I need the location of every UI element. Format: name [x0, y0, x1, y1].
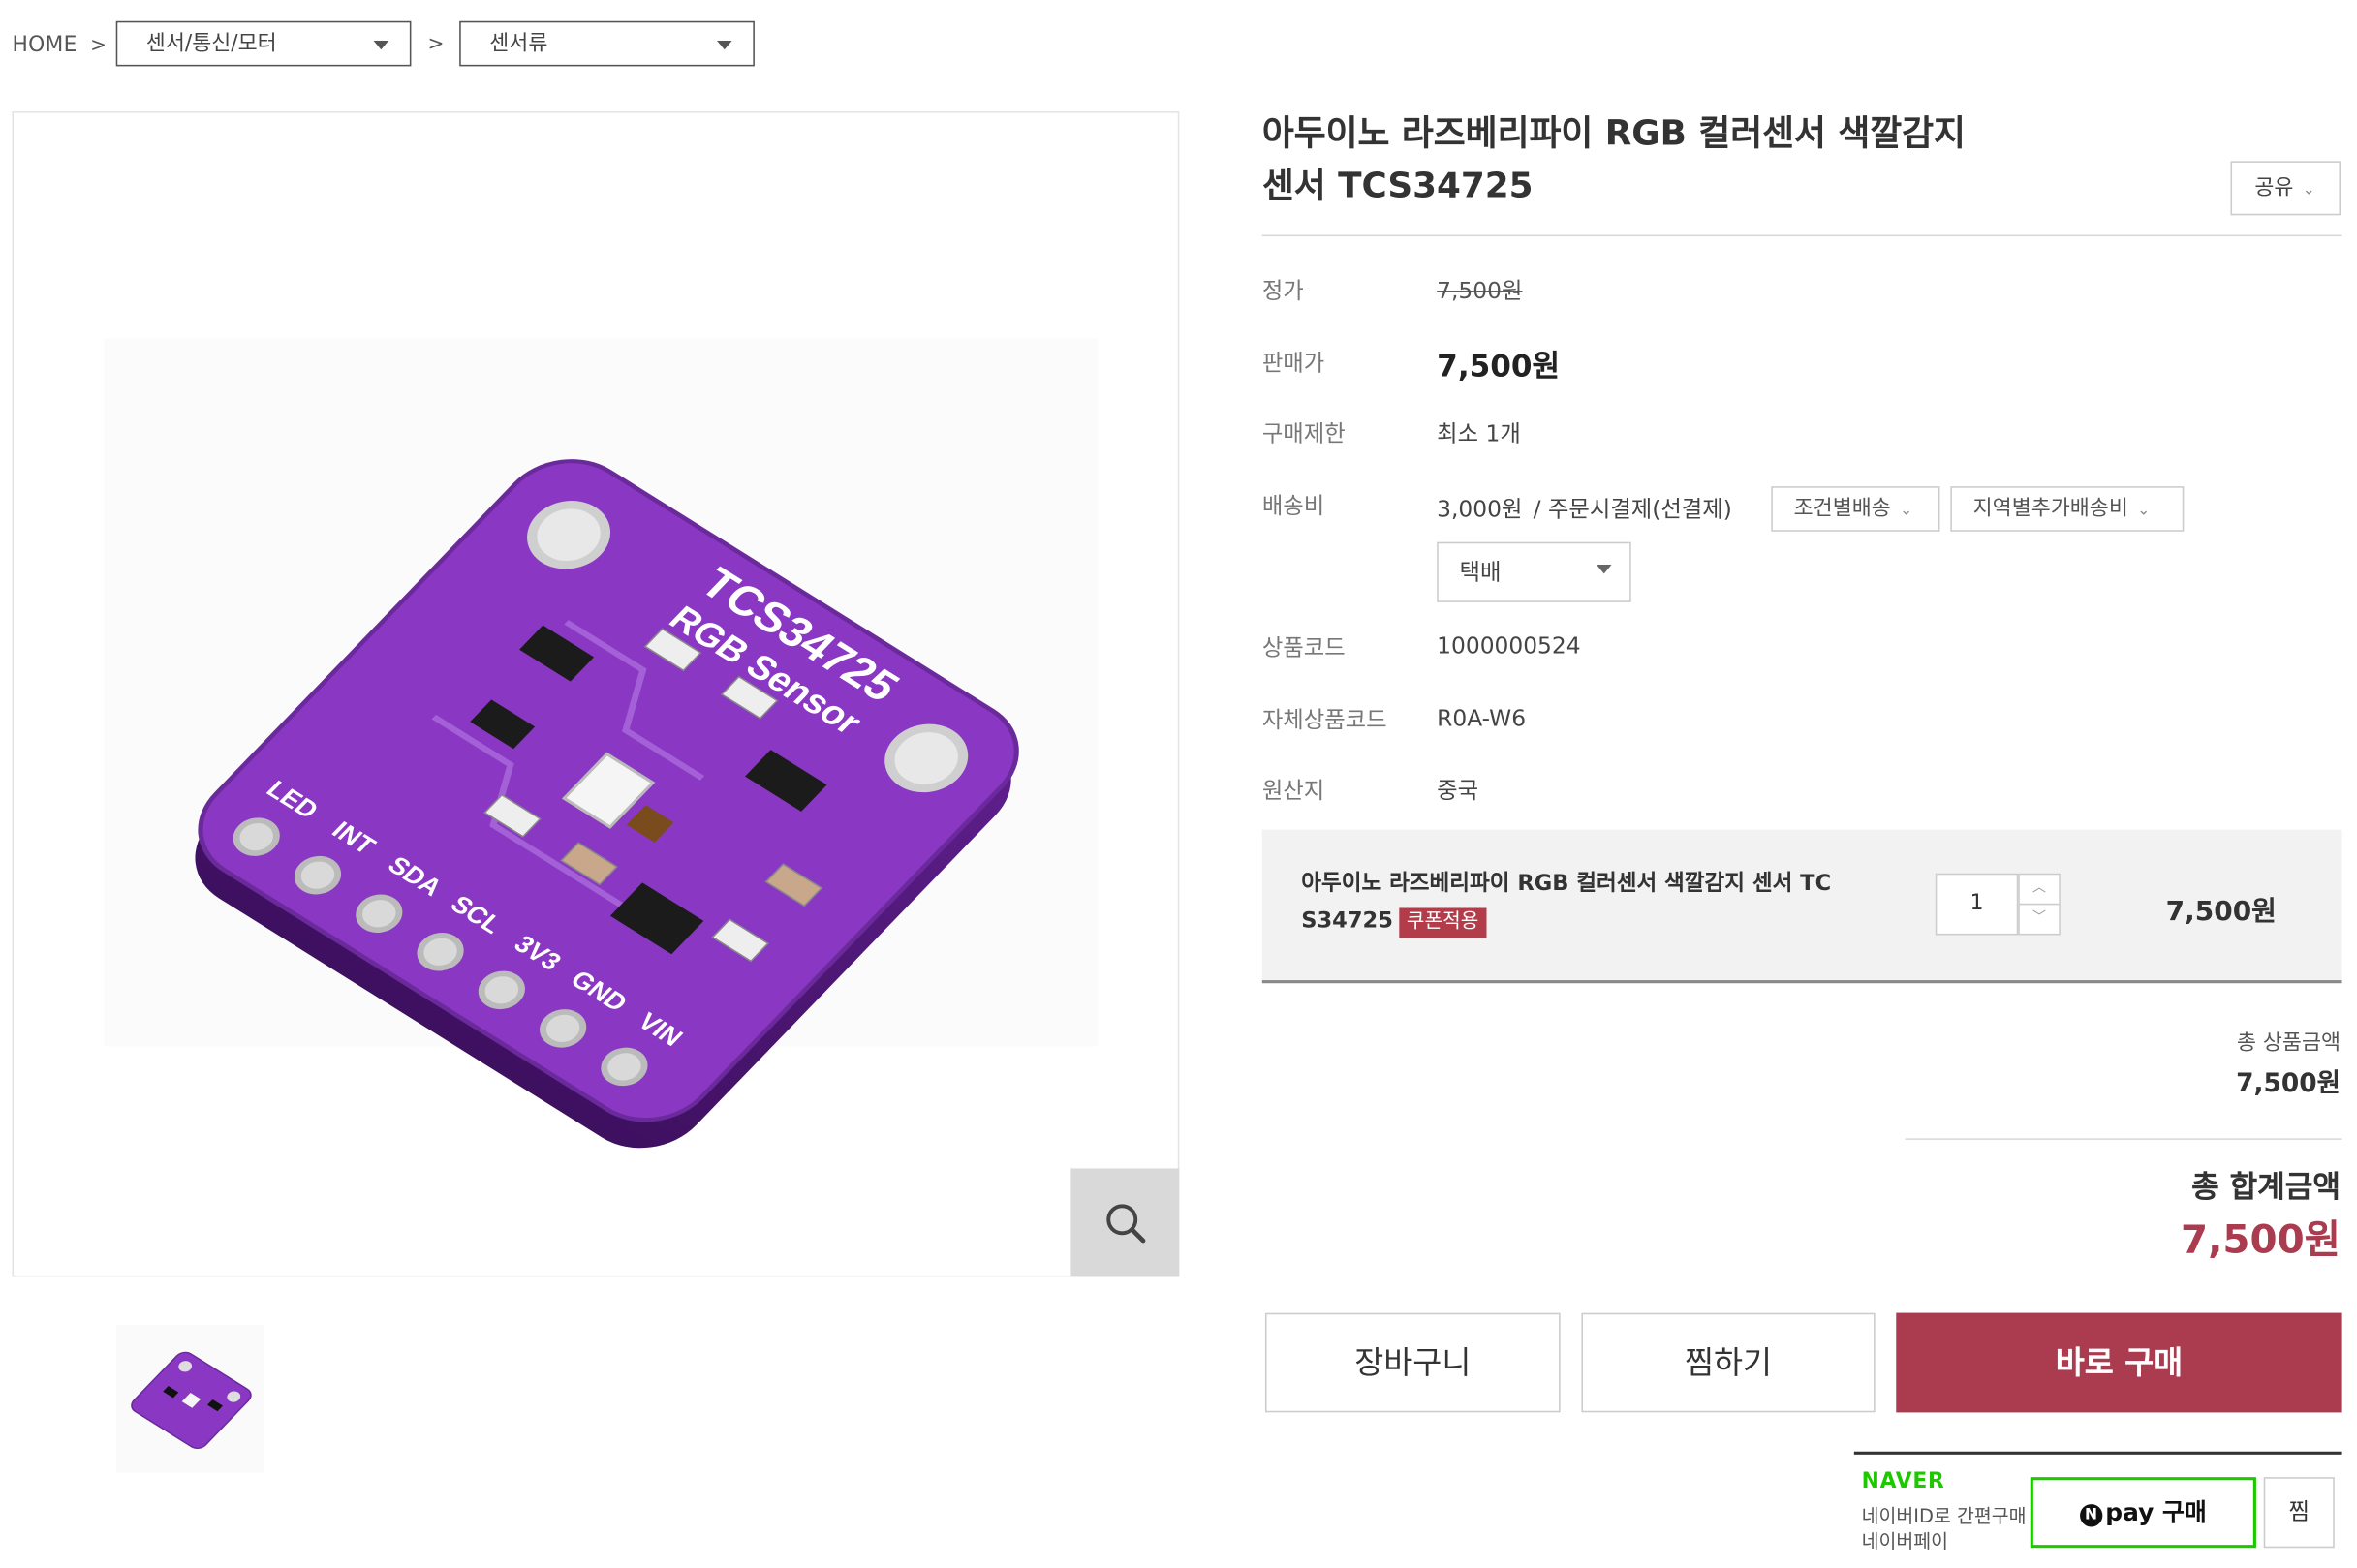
dropdown-caret-icon [1596, 565, 1612, 574]
origin-label: 원산지 [1261, 777, 1325, 805]
chevron-down-icon: ﹀ [2032, 910, 2047, 927]
buy-now-button[interactable]: 바로 구매 [1896, 1312, 2342, 1413]
divider [1905, 1138, 2342, 1140]
conditional-shipping-label: 조건별배송 [1793, 497, 1891, 521]
product-title: 아두이노 라즈베리파이 RGB 컬러센서 색깔감지 센서 TCS34725 [1262, 108, 2045, 214]
shipping-terms: / 주문시결제(선결제) [1533, 495, 1732, 523]
selected-option-price: 7,500원 [2165, 896, 2277, 928]
coupon-badge: 쿠폰적용 [1399, 907, 1487, 938]
category-select-secondary-label: 센서류 [489, 31, 548, 56]
product-code-value: 1000000524 [1437, 631, 1581, 660]
divider [1261, 234, 2342, 237]
purchase-limit-label: 구매제한 [1261, 419, 1346, 447]
breadcrumb-separator: > [90, 34, 108, 58]
naver-desc-line1: 네이버ID로 간편구매 [1861, 1504, 2027, 1527]
npay-wishlist-button[interactable]: 찜 [2263, 1477, 2335, 1549]
wishlist-button[interactable]: 찜하기 [1581, 1312, 1876, 1413]
shipping-label: 배송비 [1261, 492, 1325, 520]
npay-label: pay 구매 [2105, 1497, 2207, 1527]
share-label: 공유 [2254, 175, 2294, 200]
quantity-input[interactable]: 1 [1935, 873, 2019, 936]
regional-shipping-button[interactable]: 지역별추가배송비 ⌄ [1950, 486, 2185, 532]
category-select-primary[interactable]: 센서/통신/모터 [115, 20, 412, 67]
product-total-value: 7,500원 [2236, 1068, 2341, 1099]
breadcrumb-home[interactable]: HOME > [12, 33, 107, 57]
quantity-increase-button[interactable]: ︿ [2018, 873, 2061, 906]
grand-total-value: 7,500원 [2180, 1217, 2341, 1264]
quantity-decrease-button[interactable]: ﹀ [2018, 903, 2061, 936]
chevron-up-icon: ︿ [2032, 880, 2047, 897]
sale-price-value: 7,500원 [1437, 348, 1561, 384]
share-button[interactable]: 공유 ⌄ [2230, 161, 2341, 216]
selected-option-row: 아두이노 라즈베리파이 RGB 컬러센서 색깔감지 센서 TC S34725 쿠폰… [1261, 829, 2342, 982]
selected-option-name: 아두이노 라즈베리파이 RGB 컬러센서 색깔감지 센서 TC S34725 쿠폰… [1301, 866, 1904, 941]
list-price-label: 정가 [1261, 277, 1304, 305]
naver-desc-line2: 네이버페이 [1861, 1529, 1949, 1553]
dropdown-caret-icon [373, 40, 389, 50]
origin-value: 중국 [1437, 777, 1479, 805]
zoom-button[interactable] [1070, 1168, 1180, 1277]
purchase-limit-value: 최소 1개 [1437, 419, 1521, 447]
npay-buy-button[interactable]: Npay 구매 [2030, 1477, 2256, 1549]
selected-option-name-line2: S34725 [1301, 909, 1393, 934]
product-total-label: 총 상품금액 [2236, 1030, 2341, 1056]
dropdown-caret-icon [717, 40, 732, 50]
own-code-value: R0A-W6 [1437, 704, 1527, 732]
shipping-fee: 3,000원 [1437, 495, 1523, 523]
shipping-method-select[interactable]: 택배 [1437, 541, 1631, 602]
shipping-method-label: 택배 [1459, 558, 1502, 586]
chevron-down-icon: ⌄ [2137, 503, 2151, 520]
own-code-label: 자체상품코드 [1261, 706, 1387, 734]
conditional-shipping-button[interactable]: 조건별배송 ⌄ [1771, 486, 1940, 532]
naver-logo: NAVER [1861, 1469, 1945, 1494]
add-to-cart-button[interactable]: 장바구니 [1264, 1312, 1561, 1413]
thumbnail-image [115, 1325, 264, 1473]
chevron-down-icon: ⌄ [1900, 503, 1913, 520]
product-title-line1: 아두이노 라즈베리파이 RGB 컬러센서 색깔감지 [1261, 114, 1966, 154]
product-thumbnail[interactable] [115, 1325, 264, 1473]
list-price-value: 7,500원 [1437, 277, 1523, 305]
chevron-down-icon: ⌄ [2302, 182, 2315, 200]
product-code-label: 상품코드 [1261, 633, 1346, 661]
sale-price-label: 판매가 [1261, 349, 1325, 377]
npay-icon: N [2079, 1504, 2103, 1527]
selected-option-name-line1: 아두이노 라즈베리파이 RGB 컬러센서 색깔감지 센서 TC [1301, 872, 1832, 897]
product-main-image[interactable]: TCS34725 RGB Sensor LED INT SDA SCL 3V3 GND VI… [12, 111, 1180, 1277]
breadcrumb-separator: > [427, 33, 445, 56]
regional-shipping-label: 지역별추가배송비 [1972, 497, 2128, 521]
sensor-board-image: TCS34725 RGB Sensor LEDINTSDASCL3V3GNDVI… [104, 338, 1099, 1149]
category-select-secondary[interactable]: 센서류 [459, 20, 755, 67]
magnifier-icon [1106, 1204, 1146, 1244]
naver-pay-divider [1853, 1451, 2342, 1455]
category-select-primary-label: 센서/통신/모터 [145, 31, 277, 56]
product-title-line2: 센서 TCS34725 [1261, 167, 1534, 206]
divider [1261, 980, 2342, 984]
grand-total-label: 총 합계금액 [2191, 1168, 2341, 1205]
